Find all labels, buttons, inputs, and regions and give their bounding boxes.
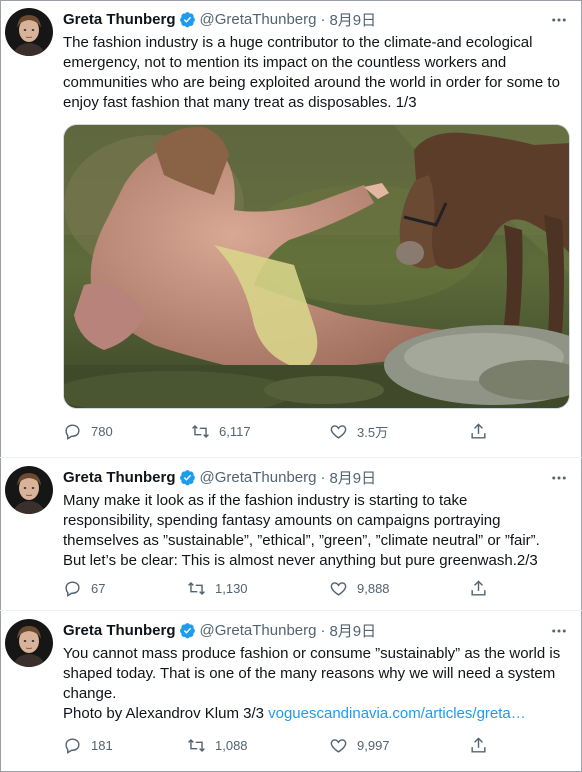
tweet-actions: 67 1,130 9,888 (63, 579, 503, 599)
tweet-text: The fashion industry is a huge contribut… (63, 34, 560, 111)
like-count: 9,997 (357, 738, 390, 753)
tweet-header: Greta Thunberg @GretaThunberg · 8月9日 (63, 9, 570, 29)
like-button[interactable]: 3.5万 (329, 422, 388, 441)
like-count: 9,888 (357, 581, 390, 596)
reply-count: 181 (91, 738, 113, 753)
reply-count: 780 (91, 424, 113, 439)
more-icon[interactable] (550, 622, 568, 645)
retweet-button[interactable]: 1,088 (187, 736, 248, 755)
share-button[interactable] (469, 579, 488, 598)
tweet-actions: 780 6,117 3.5万 (63, 422, 503, 442)
tweet-photo[interactable] (63, 124, 570, 409)
retweet-count: 1,088 (215, 738, 248, 753)
reply-icon (65, 424, 80, 440)
author-handle[interactable]: @GretaThunberg (200, 11, 317, 28)
author-handle[interactable]: @GretaThunberg (200, 469, 317, 486)
share-icon (471, 423, 486, 439)
separator-dot: · (320, 621, 326, 639)
verified-badge-icon (179, 469, 196, 486)
retweet-icon (192, 424, 209, 439)
retweet-button[interactable]: 6,117 (191, 422, 251, 441)
tweet-text: You cannot mass produce fashion or consu… (63, 644, 570, 724)
author-handle[interactable]: @GretaThunberg (200, 622, 317, 639)
tweet-header: Greta Thunberg @GretaThunberg · 8月9日 (63, 467, 570, 487)
share-button[interactable] (469, 736, 488, 755)
retweet-icon (188, 581, 205, 596)
tweet-date[interactable]: 8月9日 (329, 467, 376, 488)
separator-dot: · (320, 468, 326, 486)
like-count: 3.5万 (357, 425, 389, 440)
tweet-1[interactable]: Greta Thunberg @GretaThunberg · 8月9日 The… (0, 0, 582, 458)
more-icon[interactable] (550, 469, 568, 492)
share-icon (471, 737, 486, 753)
tweet-content: Greta Thunberg @GretaThunberg · 8月9日 You… (63, 620, 570, 724)
avatar[interactable] (5, 619, 53, 667)
reply-button[interactable]: 181 (63, 736, 113, 755)
verified-badge-icon (179, 622, 196, 639)
like-icon (330, 582, 347, 596)
author-name[interactable]: Greta Thunberg (63, 622, 176, 639)
author-name[interactable]: Greta Thunberg (63, 469, 176, 486)
tweet-actions: 181 1,088 9,997 (63, 736, 503, 756)
verified-badge-icon (179, 11, 196, 28)
tweet-date[interactable]: 8月9日 (329, 620, 376, 641)
reply-icon (65, 738, 80, 754)
tweet-header: Greta Thunberg @GretaThunberg · 8月9日 (63, 620, 570, 640)
reply-button[interactable]: 67 (63, 579, 105, 598)
like-icon (330, 425, 347, 439)
like-button[interactable]: 9,997 (329, 736, 390, 755)
avatar[interactable] (5, 8, 53, 56)
tweet-text: Many make it look as if the fashion indu… (63, 492, 540, 569)
share-icon (471, 580, 486, 596)
reply-icon (65, 581, 80, 597)
tweet-3[interactable]: Greta Thunberg @GretaThunberg · 8月9日 You… (0, 611, 582, 772)
separator-dot: · (320, 10, 326, 28)
reply-button[interactable]: 780 (63, 422, 113, 441)
share-button[interactable] (469, 422, 488, 441)
avatar[interactable] (5, 466, 53, 514)
tweet-content: Greta Thunberg @GretaThunberg · 8月9日 Man… (63, 467, 570, 571)
author-name[interactable]: Greta Thunberg (63, 11, 176, 28)
retweet-button[interactable]: 1,130 (187, 579, 248, 598)
retweet-count: 1,130 (215, 581, 248, 596)
like-button[interactable]: 9,888 (329, 579, 390, 598)
reply-count: 67 (91, 581, 106, 596)
tweet-content: Greta Thunberg @GretaThunberg · 8月9日 The… (63, 9, 570, 113)
tweet-2[interactable]: Greta Thunberg @GretaThunberg · 8月9日 Man… (0, 458, 582, 611)
more-icon[interactable] (550, 11, 568, 34)
like-icon (330, 739, 347, 753)
tweet-date[interactable]: 8月9日 (329, 9, 376, 30)
retweet-count: 6,117 (219, 424, 251, 439)
retweet-icon (188, 738, 205, 753)
article-link[interactable]: voguescandinavia.com/articles/greta… (268, 705, 526, 722)
